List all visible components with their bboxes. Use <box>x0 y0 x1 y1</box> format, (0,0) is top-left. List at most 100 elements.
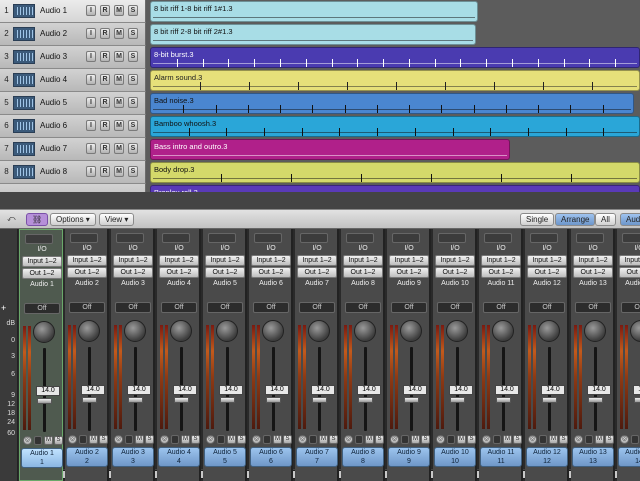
input-slot[interactable]: Input 1–2 <box>205 255 245 266</box>
pan-knob[interactable] <box>538 320 560 342</box>
channel-strip[interactable]: I/O Input 1–2 Out 1–2 Audio 13 Off 14.0 ◎ M S Aud… <box>571 229 615 481</box>
input-monitor-button[interactable]: I <box>86 166 96 177</box>
pan-knob[interactable] <box>584 320 606 342</box>
pan-knob[interactable] <box>124 320 146 342</box>
volume-fader[interactable] <box>82 397 97 403</box>
record-icon[interactable]: ◎ <box>23 436 32 445</box>
all-button[interactable]: All <box>595 213 616 226</box>
output-slot[interactable]: Out 1–2 <box>573 267 613 278</box>
input-slot[interactable]: Input 1–2 <box>22 256 62 267</box>
volume-fader[interactable] <box>634 397 640 403</box>
mute-button[interactable]: M <box>549 435 558 444</box>
mute-button[interactable]: M <box>365 435 374 444</box>
mute-button[interactable]: M <box>114 74 124 85</box>
output-slot[interactable]: Out 1–2 <box>251 267 291 278</box>
input-slot[interactable]: Input 1–2 <box>573 255 613 266</box>
automation-mode[interactable]: Off <box>483 302 519 313</box>
output-slot[interactable]: Out 1–2 <box>389 267 429 278</box>
channel-strip[interactable]: I/O Input 1–2 Out 1–2 Audio 1 Off 14.0 ◎ M S Audi… <box>19 229 63 481</box>
solo-button[interactable]: S <box>513 435 522 444</box>
record-enable-button[interactable]: R <box>100 5 110 16</box>
solo-button[interactable]: S <box>128 97 138 108</box>
channel-name-button[interactable]: Audio 13 13 <box>572 447 614 467</box>
track-header[interactable]: 7 Audio 7 IRMS <box>0 138 146 161</box>
automation-mode[interactable]: Off <box>24 303 60 314</box>
io-toggle[interactable] <box>438 233 466 243</box>
record-icon[interactable]: ◎ <box>574 435 583 444</box>
input-slot[interactable]: Input 1–2 <box>435 255 475 266</box>
input-slot[interactable]: Input 1–2 <box>67 255 107 266</box>
track-header[interactable]: 5 Audio 5 IRMS <box>0 92 146 115</box>
solo-button[interactable]: S <box>128 166 138 177</box>
solo-button[interactable]: S <box>128 74 138 85</box>
mute-button[interactable]: M <box>227 435 236 444</box>
output-slot[interactable]: Out 1–2 <box>435 267 475 278</box>
volume-fader[interactable] <box>37 398 52 404</box>
channel-name-button[interactable]: Audio 14 14 <box>618 447 640 467</box>
record-icon[interactable]: ◎ <box>68 435 77 444</box>
volume-fader[interactable] <box>450 397 465 403</box>
pan-knob[interactable] <box>446 320 468 342</box>
solo-button[interactable]: S <box>128 120 138 131</box>
region[interactable]: Bronley roll.3 <box>150 185 640 192</box>
pan-knob[interactable] <box>308 320 330 342</box>
pan-knob[interactable] <box>400 320 422 342</box>
mute-button[interactable]: M <box>595 435 604 444</box>
mute-button[interactable]: M <box>411 435 420 444</box>
record-icon[interactable]: ◎ <box>620 435 629 444</box>
record-icon[interactable]: ◎ <box>436 435 445 444</box>
io-toggle[interactable] <box>70 233 98 243</box>
input-monitor-button[interactable]: I <box>86 74 96 85</box>
input-slot[interactable]: Input 1–2 <box>159 255 199 266</box>
channel-strip[interactable]: I/O Input 1–2 Out 1–2 Audio 4 Off 14.0 ◎ M S Audi… <box>157 229 201 481</box>
io-toggle[interactable] <box>25 234 53 244</box>
mute-button[interactable]: M <box>114 28 124 39</box>
output-slot[interactable]: Out 1–2 <box>205 267 245 278</box>
record-icon[interactable]: ◎ <box>206 435 215 444</box>
record-icon[interactable]: ◎ <box>344 435 353 444</box>
view-menu[interactable]: View ▾ <box>99 213 135 226</box>
io-toggle[interactable] <box>116 233 144 243</box>
options-menu[interactable]: Options ▾ <box>50 213 96 226</box>
io-toggle[interactable] <box>392 233 420 243</box>
record-enable-button[interactable]: R <box>100 74 110 85</box>
mute-button[interactable]: M <box>114 97 124 108</box>
io-toggle[interactable] <box>300 233 328 243</box>
mute-button[interactable]: M <box>89 435 98 444</box>
mute-button[interactable]: M <box>503 435 512 444</box>
channel-name-button[interactable]: Audio 7 7 <box>296 447 338 467</box>
record-enable-button[interactable]: R <box>100 120 110 131</box>
input-monitor-button[interactable]: I <box>86 97 96 108</box>
output-slot[interactable]: Out 1–2 <box>159 267 199 278</box>
output-slot[interactable]: Out 1–2 <box>22 268 62 279</box>
output-slot[interactable]: Out 1–2 <box>297 267 337 278</box>
mute-button[interactable]: M <box>181 435 190 444</box>
channel-strip[interactable]: I/O Input 1–2 Out 1–2 Audio 12 Off 14.0 ◎ M S Aud… <box>525 229 569 481</box>
solo-button[interactable]: S <box>375 435 384 444</box>
channel-strip[interactable]: I/O Input 1–2 Out 1–2 Audio 2 Off 14.0 ◎ M S Audi… <box>65 229 109 481</box>
io-toggle[interactable] <box>622 233 640 243</box>
input-slot[interactable]: Input 1–2 <box>619 255 640 266</box>
region[interactable]: Body drop.3 <box>150 162 640 183</box>
track-header[interactable]: 3 Audio 3 IRMS <box>0 46 146 69</box>
automation-mode[interactable]: Off <box>69 302 105 313</box>
mute-button[interactable]: M <box>114 120 124 131</box>
arrange-button[interactable]: Arrange <box>555 213 596 226</box>
track-header[interactable]: 1 Audio 1 IRMS <box>0 0 146 23</box>
pan-knob[interactable] <box>33 321 55 343</box>
channel-strip[interactable]: I/O Input 1–2 Out 1–2 Audio 7 Off 14.0 ◎ M S Audi… <box>295 229 339 481</box>
io-toggle[interactable] <box>484 233 512 243</box>
record-enable-button[interactable]: R <box>100 28 110 39</box>
solo-button[interactable]: S <box>128 143 138 154</box>
region[interactable]: Bamboo whoosh.3 <box>150 116 640 137</box>
track-header[interactable] <box>0 184 146 192</box>
input-monitor-button[interactable]: I <box>86 51 96 62</box>
output-slot[interactable]: Out 1–2 <box>481 267 521 278</box>
channel-strip[interactable]: I/O Input 1–2 Out 1–2 Audio 10 Off 14.0 ◎ M S Aud… <box>433 229 477 481</box>
channel-strip[interactable]: I/O Input 1–2 Out 1–2 Audio 6 Off 14.0 ◎ M S Audi… <box>249 229 293 481</box>
mute-button[interactable]: M <box>114 143 124 154</box>
io-toggle[interactable] <box>254 233 282 243</box>
solo-button[interactable]: S <box>605 435 614 444</box>
volume-fader[interactable] <box>312 397 327 403</box>
automation-mode[interactable]: Off <box>391 302 427 313</box>
